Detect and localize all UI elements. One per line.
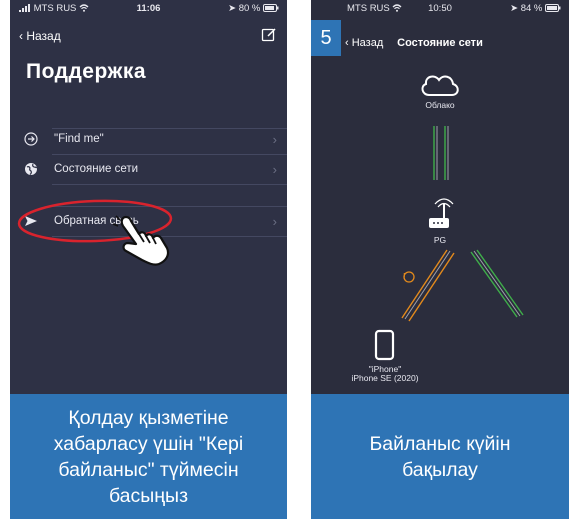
support-phone-screen: MTS RUS 11:06 ➤ 80 % ‹ Назад Поддержка "… bbox=[10, 0, 287, 394]
instruction-caption: Байланыс күйін бақылау bbox=[311, 394, 569, 519]
highlight-overlay bbox=[17, 199, 173, 243]
instruction-caption: Қолдау қызметіне хабарласу үшін "Кері ба… bbox=[10, 394, 287, 519]
warning-symbol: ! bbox=[403, 272, 406, 281]
router-icon bbox=[429, 198, 454, 228]
router-second-link-ok bbox=[470, 249, 524, 318]
device-label: "iPhone" iPhone SE (2020) bbox=[331, 365, 439, 383]
network-status-panel: MTS RUS 10:50 ➤ 84 % ‹ Назад Состояние с… bbox=[311, 0, 569, 519]
network-diagram bbox=[374, 75, 524, 361]
cloud-label: Облако bbox=[425, 100, 455, 110]
network-status-phone-screen: MTS RUS 10:50 ➤ 84 % ‹ Назад Состояние с… bbox=[311, 0, 569, 394]
router-label: PG bbox=[433, 235, 447, 245]
cloud-router-link bbox=[433, 126, 449, 180]
cloud-node-icon bbox=[421, 75, 459, 96]
router-phone-link-warning bbox=[401, 249, 455, 322]
device-model: iPhone SE (2020) bbox=[351, 373, 419, 383]
tap-hand-icon bbox=[112, 214, 170, 266]
phone-device-icon bbox=[374, 329, 395, 361]
support-screen-panel: MTS RUS 11:06 ➤ 80 % ‹ Назад Поддержка "… bbox=[10, 0, 287, 519]
